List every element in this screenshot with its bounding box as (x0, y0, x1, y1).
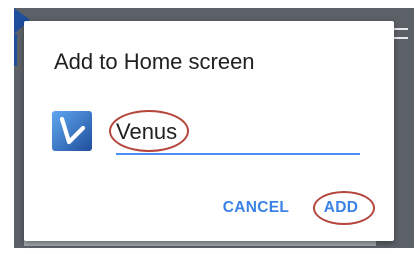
add-button[interactable]: ADD (319, 194, 363, 222)
cancel-button[interactable]: CANCEL (218, 194, 294, 222)
shortcut-name-input[interactable] (116, 115, 360, 155)
venus-app-icon (52, 111, 92, 151)
hamburger-menu-icon[interactable] (392, 28, 410, 50)
add-to-home-dialog: Add to Home screen CANCEL ADD (24, 21, 394, 241)
dialog-title: Add to Home screen (54, 49, 255, 74)
screenshot-stage: Add to Home screen CANCEL ADD (0, 0, 417, 254)
